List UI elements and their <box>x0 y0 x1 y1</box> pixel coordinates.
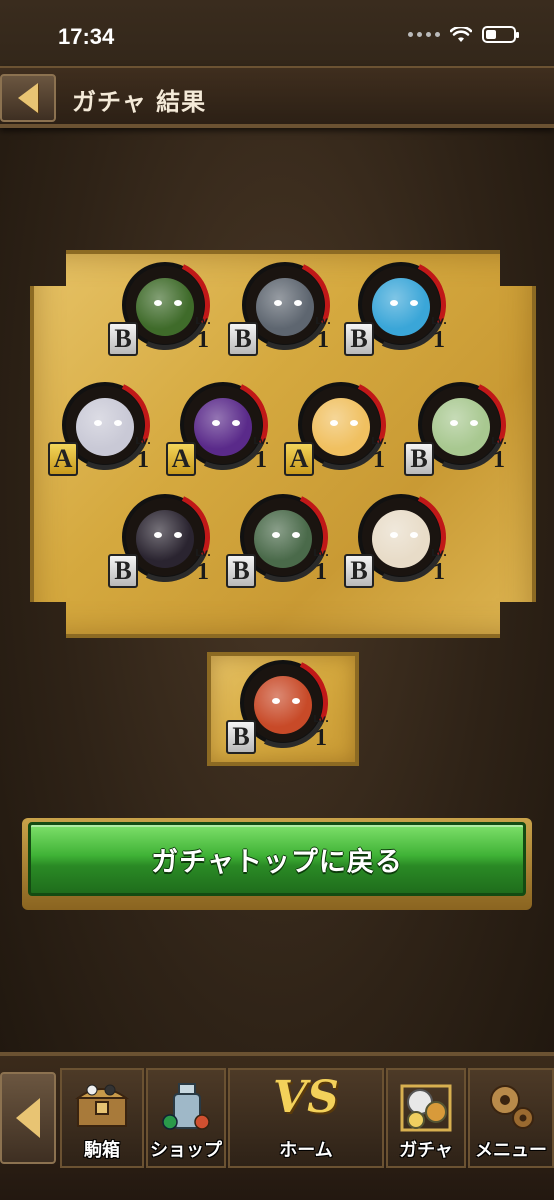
nav-item-gacha[interactable]: ガチャ <box>386 1068 466 1168</box>
rank-badge: B <box>344 322 374 356</box>
header-bar: ガチャ 結果 <box>0 66 554 128</box>
chevron-left-icon <box>16 1098 40 1138</box>
vs-home-icon: VS <box>273 1072 339 1123</box>
level-value: 1 <box>255 447 267 473</box>
rank-badge: B <box>226 720 256 754</box>
nav-back-button[interactable] <box>0 1072 56 1164</box>
nav-label: ガチャ <box>399 1140 453 1161</box>
back-button[interactable] <box>0 74 56 122</box>
character-card[interactable]: B Lv. 1 <box>343 479 459 595</box>
level-value: 1 <box>197 559 209 585</box>
rank-badge: A <box>48 442 78 476</box>
rank-badge: B <box>404 442 434 476</box>
vs-emblem: VS <box>273 1072 339 1123</box>
status-time: 17:34 <box>58 24 115 49</box>
character-card[interactable]: B Lv. 1 <box>107 479 223 595</box>
bottom-nav: 駒箱 ショップ VS ホーム ガチャ メニュー <box>0 1052 554 1200</box>
level-indicator: Lv. 1 <box>426 316 452 352</box>
nav-label: メニュー <box>475 1140 547 1161</box>
gear-icon <box>490 1085 534 1129</box>
rank-badge: B <box>226 554 256 588</box>
level-indicator: Lv. 1 <box>486 436 512 472</box>
rank-badge: B <box>344 554 374 588</box>
nav-item-menu[interactable]: メニュー <box>468 1068 554 1168</box>
level-indicator: Lv. 1 <box>130 436 156 472</box>
character-card[interactable]: B Lv. 1 <box>225 645 341 761</box>
nav-item-shop[interactable]: ショップ <box>146 1068 226 1168</box>
character-card[interactable]: A Lv. 1 <box>47 367 163 483</box>
shop-bottle-icon <box>162 1083 210 1130</box>
rank-badge: A <box>284 442 314 476</box>
level-value: 1 <box>493 447 505 473</box>
level-value: 1 <box>433 327 445 353</box>
character-card[interactable]: B Lv. 1 <box>343 247 459 363</box>
level-value: 1 <box>315 725 327 751</box>
rank-badge: B <box>108 554 138 588</box>
nav-label: 駒箱 <box>84 1140 120 1161</box>
page-title: ガチャ 結果 <box>72 88 207 116</box>
level-indicator: Lv. 1 <box>190 548 216 584</box>
level-indicator: Lv. 1 <box>426 548 452 584</box>
return-to-gacha-top-button[interactable]: ガチャトップに戻る <box>28 822 526 896</box>
nav-item-home[interactable]: VS ホーム <box>228 1068 384 1168</box>
treasure-chest-icon <box>74 1084 130 1127</box>
character-card[interactable]: B Lv. 1 <box>403 367 519 483</box>
wifi-icon <box>450 26 472 42</box>
nav-item-komabako[interactable]: 駒箱 <box>60 1068 144 1168</box>
level-indicator: Lv. 1 <box>310 316 336 352</box>
battery-icon <box>482 26 519 43</box>
rank-badge: B <box>228 322 258 356</box>
level-value: 1 <box>315 559 327 585</box>
level-indicator: Lv. 1 <box>190 316 216 352</box>
level-value: 1 <box>433 559 445 585</box>
character-card[interactable]: B Lv. 1 <box>225 479 341 595</box>
level-value: 1 <box>317 327 329 353</box>
nav-label: ホーム <box>279 1140 333 1161</box>
level-value: 1 <box>137 447 149 473</box>
level-indicator: Lv. 1 <box>308 548 334 584</box>
character-card[interactable]: B Lv. 1 <box>227 247 343 363</box>
level-indicator: Lv. 1 <box>248 436 274 472</box>
character-card[interactable]: A Lv. 1 <box>165 367 281 483</box>
rank-badge: B <box>108 322 138 356</box>
status-icons <box>408 26 519 43</box>
rank-badge: A <box>166 442 196 476</box>
level-indicator: Lv. 1 <box>366 436 392 472</box>
signal-icon <box>408 32 440 37</box>
gacha-result-screen: 17:34 ガチャ 結果 B Lv. 1 B Lv. 1 B Lv. 1 A Lv. 1 A Lv. 1 A L… <box>0 0 554 1200</box>
level-value: 1 <box>197 327 209 353</box>
return-button-frame: ガチャトップに戻る <box>22 818 532 910</box>
level-indicator: Lv. 1 <box>308 714 334 750</box>
character-card[interactable]: A Lv. 1 <box>283 367 399 483</box>
gacha-coins-icon <box>400 1084 452 1132</box>
level-value: 1 <box>373 447 385 473</box>
chevron-left-icon <box>18 83 38 113</box>
status-bar: 17:34 <box>0 0 554 66</box>
nav-label: ショップ <box>150 1140 222 1161</box>
return-button-label: ガチャトップに戻る <box>151 846 403 878</box>
character-card[interactable]: B Lv. 1 <box>107 247 223 363</box>
